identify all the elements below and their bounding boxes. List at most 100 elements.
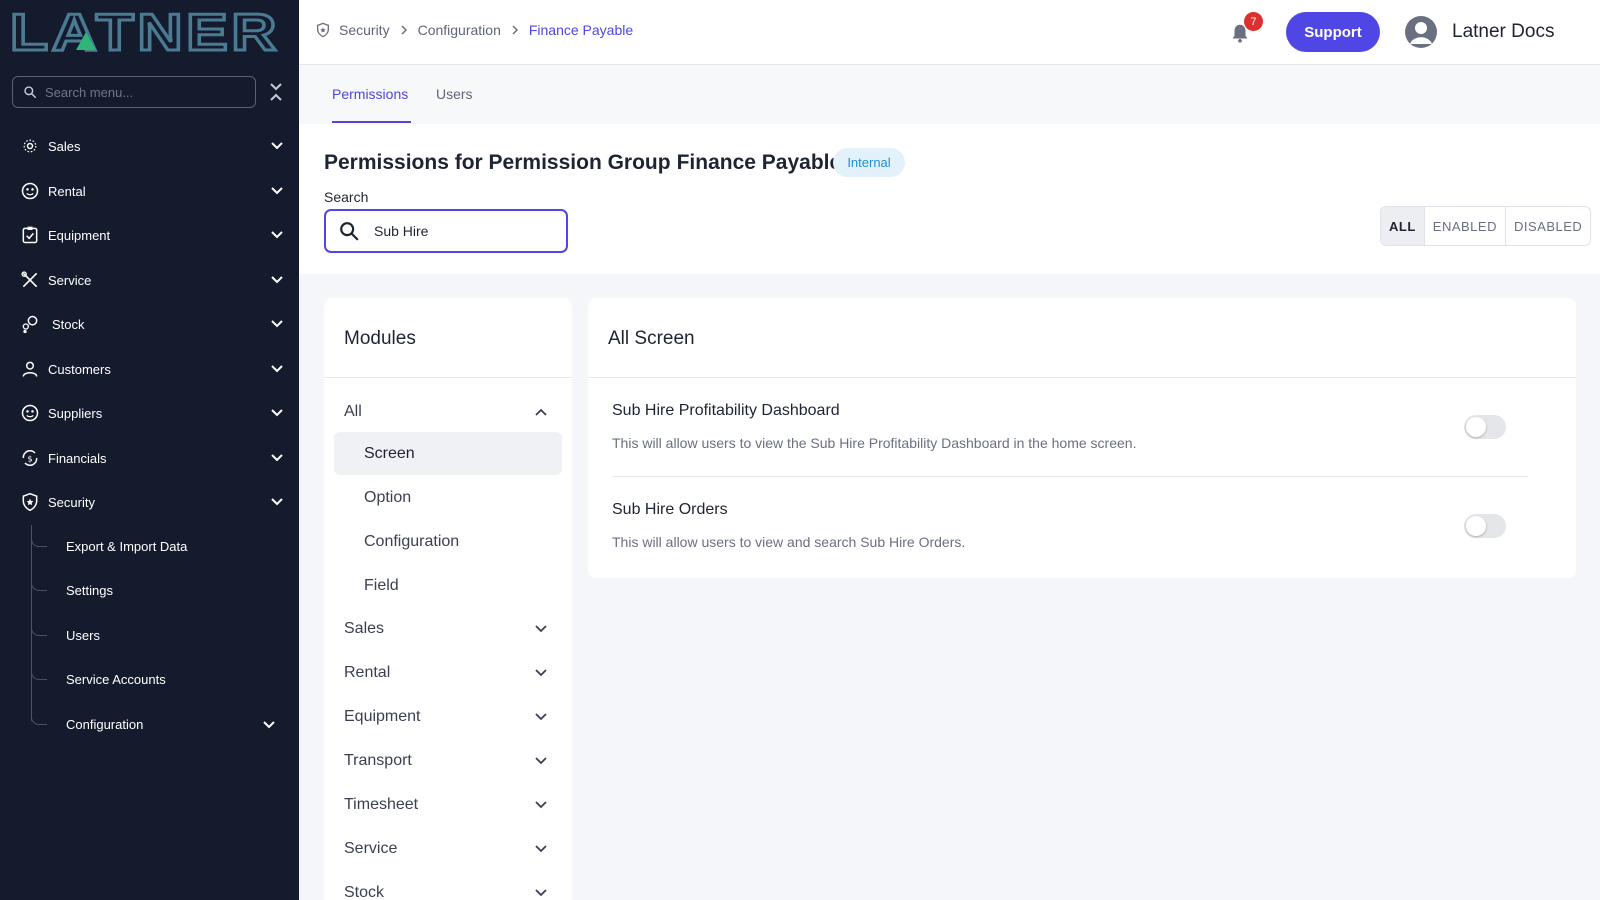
sidebar-item-suppliers[interactable]: Suppliers (0, 393, 299, 433)
toggle-knob (1466, 516, 1486, 536)
chevron-down-icon (271, 320, 283, 328)
screen-permissions-panel: All Screen Sub Hire Profitability Dashbo… (588, 298, 1576, 578)
svg-text:$: $ (27, 453, 32, 463)
tree-branch (31, 660, 47, 680)
menu-search[interactable] (12, 76, 256, 108)
sidebar-item-rental[interactable]: Rental (0, 171, 299, 211)
chevron-down-icon (271, 187, 283, 195)
sidebar-item-label: Suppliers (48, 405, 103, 421)
user-icon (1410, 22, 1432, 44)
chevron-down-icon (263, 721, 275, 729)
collapse-sidebar-icon[interactable] (268, 82, 284, 102)
sidebar-subitem-settings[interactable]: Settings (31, 571, 299, 611)
sidebar-subitem-users[interactable]: Users (31, 616, 299, 656)
module-sub-label: Screen (364, 445, 415, 462)
sidebar-item-stock[interactable]: Stock (0, 304, 299, 344)
sidebar-subitem-configuration[interactable]: Configuration (31, 705, 299, 745)
module-sales[interactable]: Sales (344, 614, 554, 644)
chevron-right-icon (401, 25, 407, 35)
search-icon (340, 222, 359, 241)
sidebar-subitem-label: Export & Import Data (66, 539, 188, 554)
page-title-prefix: Permissions for Permission Group (324, 151, 671, 174)
filter-enabled[interactable]: ENABLED (1423, 207, 1505, 245)
suppliers-icon (20, 403, 40, 423)
filter-disabled[interactable]: DISABLED (1504, 207, 1590, 245)
module-equipment[interactable]: Equipment (344, 702, 554, 732)
permission-toggle[interactable] (1464, 514, 1506, 538)
sidebar-subitem-label: Configuration (66, 717, 144, 732)
sidebar-item-label: Equipment (48, 227, 111, 243)
module-sub-field[interactable]: Field (334, 564, 562, 607)
permission-title: Sub Hire Orders (612, 501, 728, 518)
modules-title: Modules (344, 328, 416, 349)
tree-branch (31, 571, 47, 591)
sidebar-item-label: Sales (48, 138, 81, 154)
search-label: Search (324, 189, 369, 205)
chevron-down-icon (271, 498, 283, 506)
sidebar: LATNER Sales Rental Equipment Service St… (0, 0, 299, 900)
shield-icon (317, 22, 329, 38)
module-label: Sales (344, 620, 385, 637)
sidebar-subitem-label: Users (66, 628, 100, 643)
tab-permissions[interactable]: Permissions (332, 86, 408, 102)
sidebar-subitem-service-accounts[interactable]: Service Accounts (31, 660, 299, 700)
chevron-down-icon (535, 889, 547, 897)
status-filter: ALL ENABLED DISABLED (1380, 206, 1592, 246)
chevron-down-icon (271, 142, 283, 150)
permission-title: Sub Hire Profitability Dashboard (612, 402, 840, 419)
module-label: Stock (344, 884, 385, 900)
sidebar-item-sales[interactable]: Sales (0, 126, 299, 166)
module-sub-label: Option (364, 489, 412, 506)
panel-title: All Screen (608, 328, 695, 349)
chevron-down-icon (271, 454, 283, 462)
avatar[interactable] (1405, 16, 1437, 48)
sidebar-subitem-export-import[interactable]: Export & Import Data (31, 527, 299, 567)
top-bar: Security Configuration Finance Payable 7… (299, 0, 1600, 65)
permission-item: Sub Hire Orders This will allow users to… (612, 477, 1552, 576)
tree-line (31, 525, 32, 721)
chevron-right-icon (512, 25, 518, 35)
page-title: Permissions for Permission Group Finance … (324, 151, 841, 175)
search-input[interactable] (374, 223, 544, 239)
internal-badge: Internal (833, 148, 905, 177)
module-stock[interactable]: Stock (344, 878, 554, 900)
permission-header: Permissions Users Permissions for Permis… (299, 65, 1600, 274)
support-button[interactable]: Support (1286, 12, 1380, 52)
module-all[interactable]: All (344, 397, 554, 427)
menu-search-input[interactable] (45, 84, 235, 100)
sidebar-item-security[interactable]: Security (0, 482, 299, 522)
permission-search[interactable] (324, 209, 568, 253)
user-name[interactable]: Latner Docs (1452, 21, 1554, 43)
module-sub-screen[interactable]: Screen (334, 432, 562, 475)
sidebar-item-financials[interactable]: $ Financials (0, 438, 299, 478)
module-timesheet[interactable]: Timesheet (344, 790, 554, 820)
tab-users[interactable]: Users (436, 86, 473, 102)
module-sub-label: Configuration (364, 533, 460, 550)
module-label: Equipment (344, 708, 421, 725)
rental-icon (20, 181, 40, 201)
filter-all[interactable]: ALL (1381, 207, 1424, 245)
sidebar-item-label: Stock (52, 316, 85, 332)
sidebar-item-equipment[interactable]: Equipment (0, 215, 299, 255)
module-label: Service (344, 840, 398, 857)
chevron-down-icon (535, 625, 547, 633)
divider (324, 377, 572, 378)
module-transport[interactable]: Transport (344, 746, 554, 776)
chevron-down-icon (535, 801, 547, 809)
chevron-down-icon (535, 757, 547, 765)
module-service[interactable]: Service (344, 834, 554, 864)
permission-toggle[interactable] (1464, 415, 1506, 439)
sidebar-item-customers[interactable]: Customers (0, 349, 299, 389)
sidebar-item-label: Customers (48, 361, 111, 377)
module-sub-label: Field (364, 577, 399, 594)
module-sub-option[interactable]: Option (334, 476, 562, 519)
breadcrumb-security[interactable]: Security (339, 22, 390, 38)
breadcrumb-configuration[interactable]: Configuration (418, 22, 501, 38)
module-sub-configuration[interactable]: Configuration (334, 520, 562, 563)
module-rental[interactable]: Rental (344, 658, 554, 688)
sidebar-item-label: Security (48, 494, 95, 510)
modules-panel: Modules All Screen Option Configuration … (324, 298, 572, 900)
latner-logo[interactable]: LATNER (10, 10, 282, 54)
sidebar-item-service[interactable]: Service (0, 260, 299, 300)
sidebar-item-label: Financials (48, 450, 107, 466)
